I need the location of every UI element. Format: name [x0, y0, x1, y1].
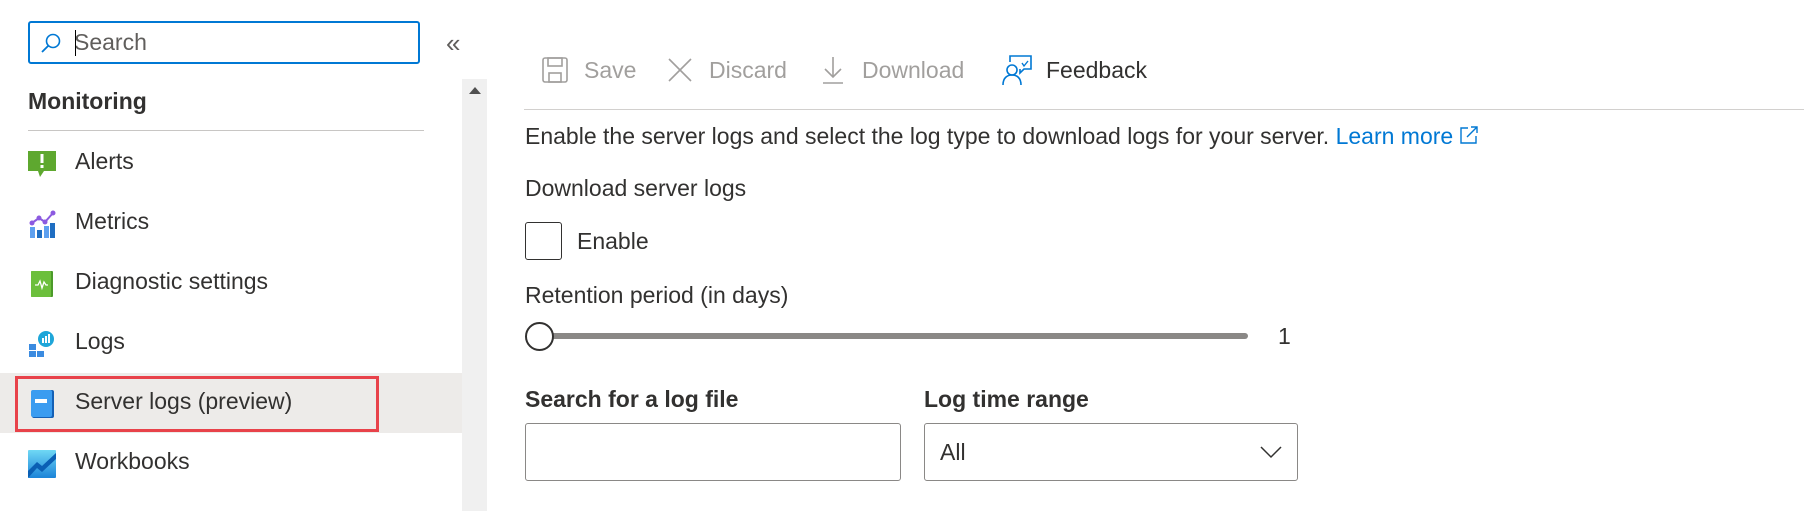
learn-more-label: Learn more: [1335, 123, 1454, 149]
text-caret: [75, 30, 76, 56]
save-icon: [542, 57, 568, 83]
sidebar-item-alerts[interactable]: Alerts: [0, 133, 462, 193]
sidebar-item-metrics[interactable]: Metrics: [0, 193, 462, 253]
download-button[interactable]: Download: [818, 50, 964, 90]
discard-label: Discard: [709, 56, 787, 83]
retention-slider-thumb[interactable]: [525, 322, 554, 351]
feedback-label: Feedback: [1046, 56, 1148, 83]
discard-button[interactable]: Discard: [665, 50, 787, 90]
logs-icon: [29, 331, 54, 357]
discard-icon: [668, 58, 692, 82]
save-button[interactable]: Save: [540, 50, 636, 90]
sidebar-item-label: Logs: [75, 328, 125, 354]
retention-period-label: Retention period (in days): [525, 282, 789, 308]
sidebar-scrollbar[interactable]: [462, 79, 487, 511]
download-label: Download: [862, 56, 965, 83]
learn-more-link[interactable]: Learn more: [1336, 123, 1480, 149]
sidebar-item-label: Workbooks: [75, 448, 190, 474]
description-text: Enable the server logs and select the lo…: [525, 123, 1330, 149]
sidebar-item-label: Server logs (preview): [75, 388, 293, 414]
feedback-button[interactable]: Feedback: [1002, 50, 1147, 90]
collapse-sidebar-button[interactable]: «: [446, 28, 460, 58]
scroll-up-arrow-icon[interactable]: [469, 87, 481, 94]
section-title-monitoring: Monitoring: [28, 88, 147, 114]
enable-checkbox[interactable]: [525, 222, 562, 260]
log-time-range-value: All: [940, 439, 966, 465]
feedback-icon: [1002, 55, 1032, 85]
sidebar-search-input[interactable]: [74, 27, 404, 57]
download-server-logs-label: Download server logs: [525, 175, 747, 201]
log-time-range-label: Log time range: [924, 386, 1089, 412]
toolbar-divider: [524, 109, 1804, 110]
enable-label: Enable: [577, 228, 649, 254]
search-icon: [41, 33, 61, 53]
search-log-file-input[interactable]: [525, 423, 901, 481]
log-time-range-dropdown[interactable]: All: [924, 423, 1298, 481]
sidebar-item-workbooks[interactable]: Workbooks: [0, 433, 462, 493]
save-label: Save: [584, 56, 637, 83]
search-log-file-label: Search for a log file: [525, 386, 739, 412]
workbooks-icon: [28, 450, 56, 478]
retention-slider-track[interactable]: [537, 333, 1248, 339]
section-divider: [28, 130, 424, 131]
alerts-icon: [28, 151, 56, 177]
diagnostic-settings-icon: [31, 271, 53, 297]
download-icon: [823, 57, 843, 84]
sidebar-item-logs[interactable]: Logs: [0, 313, 462, 373]
sidebar-item-label: Alerts: [75, 148, 134, 174]
chevron-down-icon: [1260, 446, 1282, 459]
sidebar-item-server-logs[interactable]: Server logs (preview): [0, 373, 462, 433]
sidebar-item-diagnostic-settings[interactable]: Diagnostic settings: [0, 253, 462, 313]
metrics-icon: [29, 210, 56, 238]
description: Enable the server logs and select the lo…: [525, 123, 1479, 150]
external-link-icon: [1460, 126, 1478, 144]
sidebar-item-label: Metrics: [75, 208, 150, 234]
retention-value: 1: [1278, 323, 1291, 349]
sidebar-search-box[interactable]: [28, 21, 420, 64]
sidebar-item-label: Diagnostic settings: [75, 268, 269, 294]
server-logs-icon: [31, 390, 54, 418]
